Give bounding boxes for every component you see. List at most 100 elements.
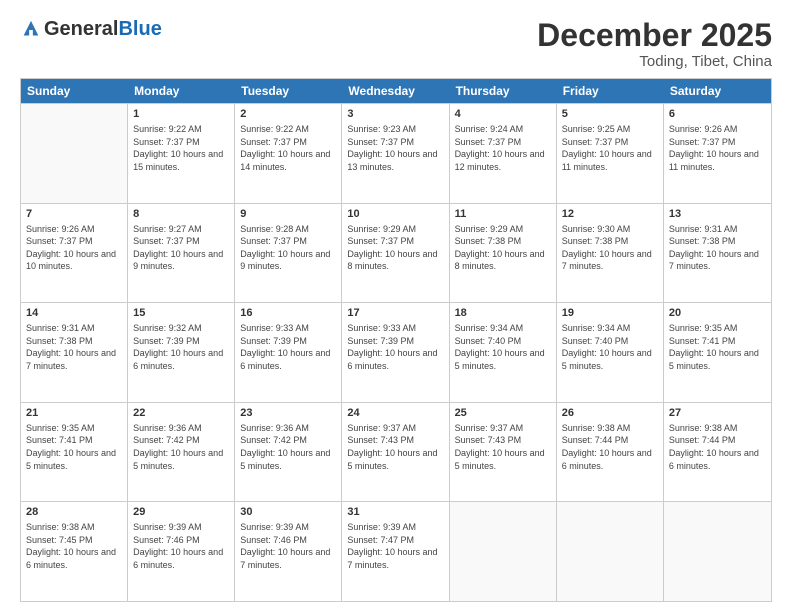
day-number: 13 xyxy=(669,207,766,222)
calendar-row: 21Sunrise: 9:35 AMSunset: 7:41 PMDayligh… xyxy=(21,402,771,502)
calendar-body: 1Sunrise: 9:22 AMSunset: 7:37 PMDaylight… xyxy=(21,103,771,601)
day-number: 12 xyxy=(562,207,658,222)
day-number: 20 xyxy=(669,306,766,321)
day-number: 9 xyxy=(240,207,336,222)
calendar-cell: 19Sunrise: 9:34 AMSunset: 7:40 PMDayligh… xyxy=(557,303,664,402)
day-number: 29 xyxy=(133,505,229,520)
day-number: 6 xyxy=(669,107,766,122)
day-number: 14 xyxy=(26,306,122,321)
location: Toding, Tibet, China xyxy=(537,53,772,70)
calendar-cell: 15Sunrise: 9:32 AMSunset: 7:39 PMDayligh… xyxy=(128,303,235,402)
logo-general: General xyxy=(44,18,118,41)
calendar-cell: 4Sunrise: 9:24 AMSunset: 7:37 PMDaylight… xyxy=(450,104,557,203)
calendar-cell: 11Sunrise: 9:29 AMSunset: 7:38 PMDayligh… xyxy=(450,204,557,303)
cell-info: Sunrise: 9:29 AMSunset: 7:37 PMDaylight:… xyxy=(347,223,443,273)
logo-blue: Blue xyxy=(118,18,161,41)
cell-info: Sunrise: 9:22 AMSunset: 7:37 PMDaylight:… xyxy=(240,123,336,173)
cell-info: Sunrise: 9:38 AMSunset: 7:44 PMDaylight:… xyxy=(562,422,658,472)
day-number: 27 xyxy=(669,406,766,421)
day-number: 19 xyxy=(562,306,658,321)
calendar-cell: 31Sunrise: 9:39 AMSunset: 7:47 PMDayligh… xyxy=(342,502,449,601)
weekday-header: Wednesday xyxy=(342,79,449,103)
logo-text: GeneralBlue xyxy=(20,18,162,41)
calendar-cell: 26Sunrise: 9:38 AMSunset: 7:44 PMDayligh… xyxy=(557,403,664,502)
day-number: 24 xyxy=(347,406,443,421)
calendar-cell: 23Sunrise: 9:36 AMSunset: 7:42 PMDayligh… xyxy=(235,403,342,502)
cell-info: Sunrise: 9:34 AMSunset: 7:40 PMDaylight:… xyxy=(455,322,551,372)
day-number: 21 xyxy=(26,406,122,421)
cell-info: Sunrise: 9:36 AMSunset: 7:42 PMDaylight:… xyxy=(240,422,336,472)
cell-info: Sunrise: 9:31 AMSunset: 7:38 PMDaylight:… xyxy=(26,322,122,372)
cell-info: Sunrise: 9:33 AMSunset: 7:39 PMDaylight:… xyxy=(347,322,443,372)
calendar-cell: 8Sunrise: 9:27 AMSunset: 7:37 PMDaylight… xyxy=(128,204,235,303)
title-block: December 2025 Toding, Tibet, China xyxy=(537,18,772,70)
cell-info: Sunrise: 9:25 AMSunset: 7:37 PMDaylight:… xyxy=(562,123,658,173)
calendar-cell xyxy=(557,502,664,601)
cell-info: Sunrise: 9:37 AMSunset: 7:43 PMDaylight:… xyxy=(347,422,443,472)
calendar-cell: 27Sunrise: 9:38 AMSunset: 7:44 PMDayligh… xyxy=(664,403,771,502)
day-number: 4 xyxy=(455,107,551,122)
cell-info: Sunrise: 9:23 AMSunset: 7:37 PMDaylight:… xyxy=(347,123,443,173)
calendar-row: 7Sunrise: 9:26 AMSunset: 7:37 PMDaylight… xyxy=(21,203,771,303)
logo-icon xyxy=(20,19,42,41)
cell-info: Sunrise: 9:22 AMSunset: 7:37 PMDaylight:… xyxy=(133,123,229,173)
cell-info: Sunrise: 9:24 AMSunset: 7:37 PMDaylight:… xyxy=(455,123,551,173)
day-number: 15 xyxy=(133,306,229,321)
day-number: 28 xyxy=(26,505,122,520)
cell-info: Sunrise: 9:35 AMSunset: 7:41 PMDaylight:… xyxy=(669,322,766,372)
day-number: 30 xyxy=(240,505,336,520)
page: GeneralBlue December 2025 Toding, Tibet,… xyxy=(0,0,792,612)
calendar-cell: 1Sunrise: 9:22 AMSunset: 7:37 PMDaylight… xyxy=(128,104,235,203)
calendar-cell: 28Sunrise: 9:38 AMSunset: 7:45 PMDayligh… xyxy=(21,502,128,601)
cell-info: Sunrise: 9:39 AMSunset: 7:46 PMDaylight:… xyxy=(240,521,336,571)
calendar-cell: 12Sunrise: 9:30 AMSunset: 7:38 PMDayligh… xyxy=(557,204,664,303)
cell-info: Sunrise: 9:30 AMSunset: 7:38 PMDaylight:… xyxy=(562,223,658,273)
weekday-header: Tuesday xyxy=(235,79,342,103)
calendar-cell: 10Sunrise: 9:29 AMSunset: 7:37 PMDayligh… xyxy=(342,204,449,303)
calendar-cell: 5Sunrise: 9:25 AMSunset: 7:37 PMDaylight… xyxy=(557,104,664,203)
weekday-header: Thursday xyxy=(450,79,557,103)
calendar-cell: 14Sunrise: 9:31 AMSunset: 7:38 PMDayligh… xyxy=(21,303,128,402)
weekday-header: Saturday xyxy=(664,79,771,103)
calendar-cell xyxy=(664,502,771,601)
day-number: 11 xyxy=(455,207,551,222)
month-title: December 2025 xyxy=(537,18,772,53)
logo: GeneralBlue xyxy=(20,18,162,41)
cell-info: Sunrise: 9:31 AMSunset: 7:38 PMDaylight:… xyxy=(669,223,766,273)
cell-info: Sunrise: 9:32 AMSunset: 7:39 PMDaylight:… xyxy=(133,322,229,372)
day-number: 26 xyxy=(562,406,658,421)
calendar-cell: 22Sunrise: 9:36 AMSunset: 7:42 PMDayligh… xyxy=(128,403,235,502)
day-number: 23 xyxy=(240,406,336,421)
day-number: 10 xyxy=(347,207,443,222)
calendar-cell: 24Sunrise: 9:37 AMSunset: 7:43 PMDayligh… xyxy=(342,403,449,502)
calendar-cell: 3Sunrise: 9:23 AMSunset: 7:37 PMDaylight… xyxy=(342,104,449,203)
cell-info: Sunrise: 9:35 AMSunset: 7:41 PMDaylight:… xyxy=(26,422,122,472)
calendar-row: 28Sunrise: 9:38 AMSunset: 7:45 PMDayligh… xyxy=(21,501,771,601)
calendar-cell xyxy=(450,502,557,601)
cell-info: Sunrise: 9:39 AMSunset: 7:46 PMDaylight:… xyxy=(133,521,229,571)
calendar-cell: 20Sunrise: 9:35 AMSunset: 7:41 PMDayligh… xyxy=(664,303,771,402)
day-number: 16 xyxy=(240,306,336,321)
weekday-header: Friday xyxy=(557,79,664,103)
calendar-cell: 30Sunrise: 9:39 AMSunset: 7:46 PMDayligh… xyxy=(235,502,342,601)
day-number: 1 xyxy=(133,107,229,122)
day-number: 8 xyxy=(133,207,229,222)
calendar-cell: 21Sunrise: 9:35 AMSunset: 7:41 PMDayligh… xyxy=(21,403,128,502)
calendar-cell: 29Sunrise: 9:39 AMSunset: 7:46 PMDayligh… xyxy=(128,502,235,601)
cell-info: Sunrise: 9:29 AMSunset: 7:38 PMDaylight:… xyxy=(455,223,551,273)
day-number: 3 xyxy=(347,107,443,122)
day-number: 2 xyxy=(240,107,336,122)
cell-info: Sunrise: 9:26 AMSunset: 7:37 PMDaylight:… xyxy=(26,223,122,273)
day-number: 31 xyxy=(347,505,443,520)
cell-info: Sunrise: 9:28 AMSunset: 7:37 PMDaylight:… xyxy=(240,223,336,273)
cell-info: Sunrise: 9:37 AMSunset: 7:43 PMDaylight:… xyxy=(455,422,551,472)
calendar-header: SundayMondayTuesdayWednesdayThursdayFrid… xyxy=(21,79,771,103)
calendar-cell: 17Sunrise: 9:33 AMSunset: 7:39 PMDayligh… xyxy=(342,303,449,402)
day-number: 5 xyxy=(562,107,658,122)
calendar-cell: 6Sunrise: 9:26 AMSunset: 7:37 PMDaylight… xyxy=(664,104,771,203)
day-number: 22 xyxy=(133,406,229,421)
calendar-row: 14Sunrise: 9:31 AMSunset: 7:38 PMDayligh… xyxy=(21,302,771,402)
day-number: 17 xyxy=(347,306,443,321)
calendar-row: 1Sunrise: 9:22 AMSunset: 7:37 PMDaylight… xyxy=(21,103,771,203)
calendar-cell: 16Sunrise: 9:33 AMSunset: 7:39 PMDayligh… xyxy=(235,303,342,402)
